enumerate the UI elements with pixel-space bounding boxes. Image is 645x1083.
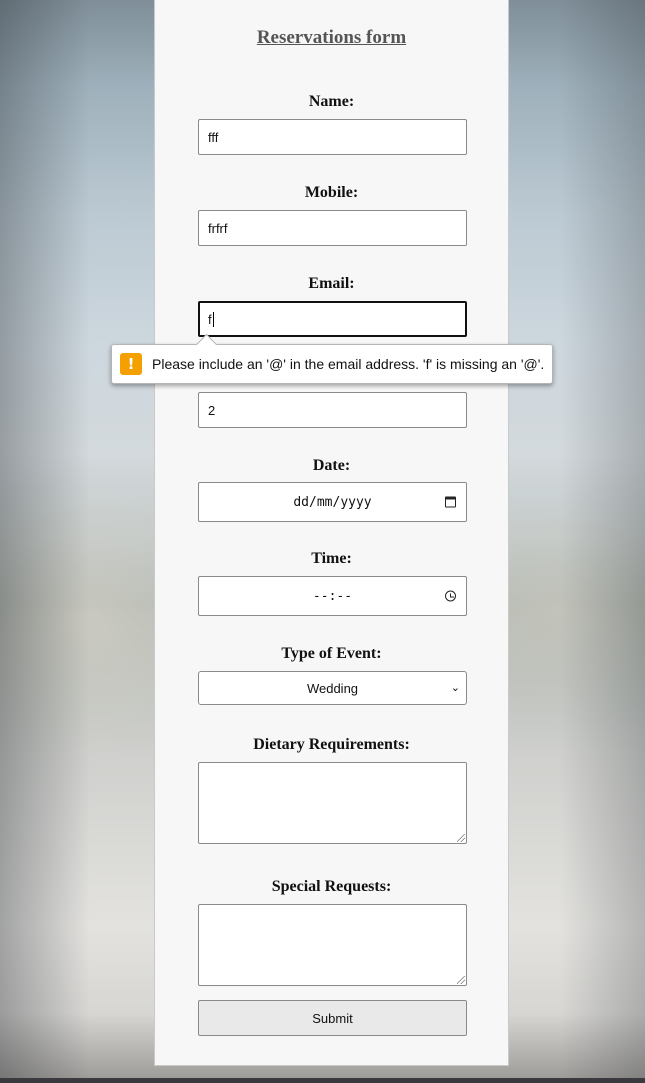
mobile-label: Mobile: — [304, 184, 359, 201]
name-input-value: fff — [208, 129, 219, 145]
date-placeholder: dd/mm/yyyy — [293, 494, 372, 510]
reservation-form: Reservations form Name: fff Mobile: frfr… — [154, 0, 509, 1066]
date-input[interactable]: dd/mm/yyyy — [198, 482, 467, 522]
time-placeholder: --:-- — [312, 588, 353, 604]
resize-handle-icon[interactable] — [457, 976, 465, 984]
email-input[interactable]: f — [198, 301, 467, 337]
email-validation-tooltip: ! Please include an '@' in the email add… — [111, 333, 553, 384]
guests-input-value: 2 — [208, 402, 216, 418]
name-label: Name: — [308, 93, 355, 110]
resize-handle-icon[interactable] — [457, 834, 465, 842]
event-type-label: Type of Event: — [281, 645, 382, 662]
warning-icon: ! — [120, 353, 142, 375]
clock-icon[interactable] — [445, 590, 456, 602]
guests-input[interactable]: 2 — [198, 392, 467, 428]
validation-message: Please include an '@' in the email addre… — [152, 356, 545, 372]
dietary-textarea[interactable] — [198, 762, 467, 844]
text-caret — [212, 311, 214, 327]
mobile-input-value: frfrf — [208, 220, 228, 236]
email-input-value: f — [208, 311, 212, 327]
submit-button[interactable]: Submit — [198, 1000, 467, 1036]
page-bottom-bar — [0, 1078, 645, 1083]
email-label: Email: — [308, 275, 355, 292]
special-requests-textarea[interactable] — [198, 904, 467, 986]
calendar-icon[interactable] — [445, 496, 456, 508]
chevron-down-icon: ⌄ — [450, 680, 460, 694]
name-input[interactable]: fff — [198, 119, 467, 155]
date-label: Date: — [312, 457, 351, 474]
form-title: Reservations form — [256, 27, 407, 48]
special-requests-label: Special Requests: — [271, 878, 392, 895]
mobile-input[interactable]: frfrf — [198, 210, 467, 246]
time-label: Time: — [311, 550, 352, 567]
time-input[interactable]: --:-- — [198, 576, 467, 616]
event-type-selected: Wedding — [306, 680, 359, 696]
dietary-label: Dietary Requirements: — [253, 736, 410, 753]
event-type-select[interactable]: Wedding ⌄ — [198, 671, 467, 705]
